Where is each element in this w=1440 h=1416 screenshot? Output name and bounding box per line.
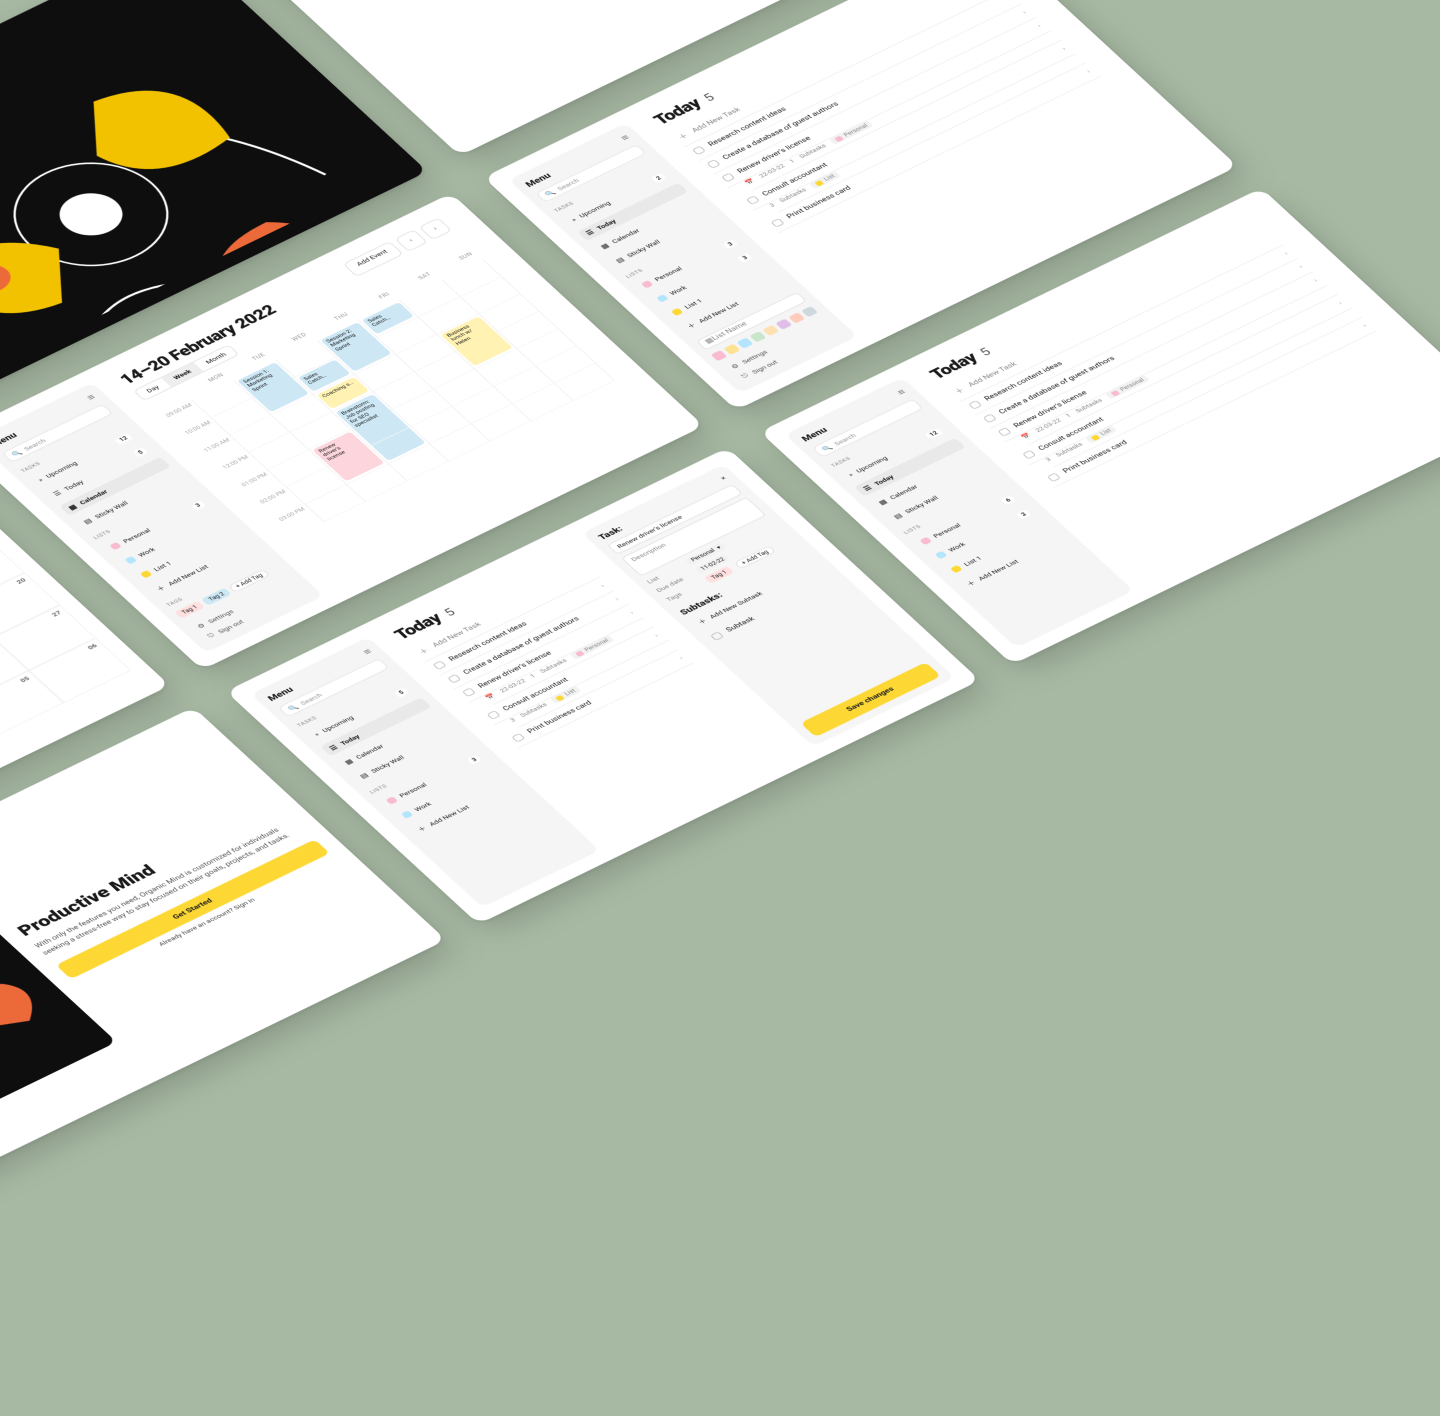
save-button[interactable]: Save changes [800, 662, 941, 737]
menu-icon[interactable]: ≡ [84, 391, 98, 401]
get-started-button[interactable]: Get Started [55, 838, 329, 978]
close-icon[interactable]: × [719, 474, 728, 481]
